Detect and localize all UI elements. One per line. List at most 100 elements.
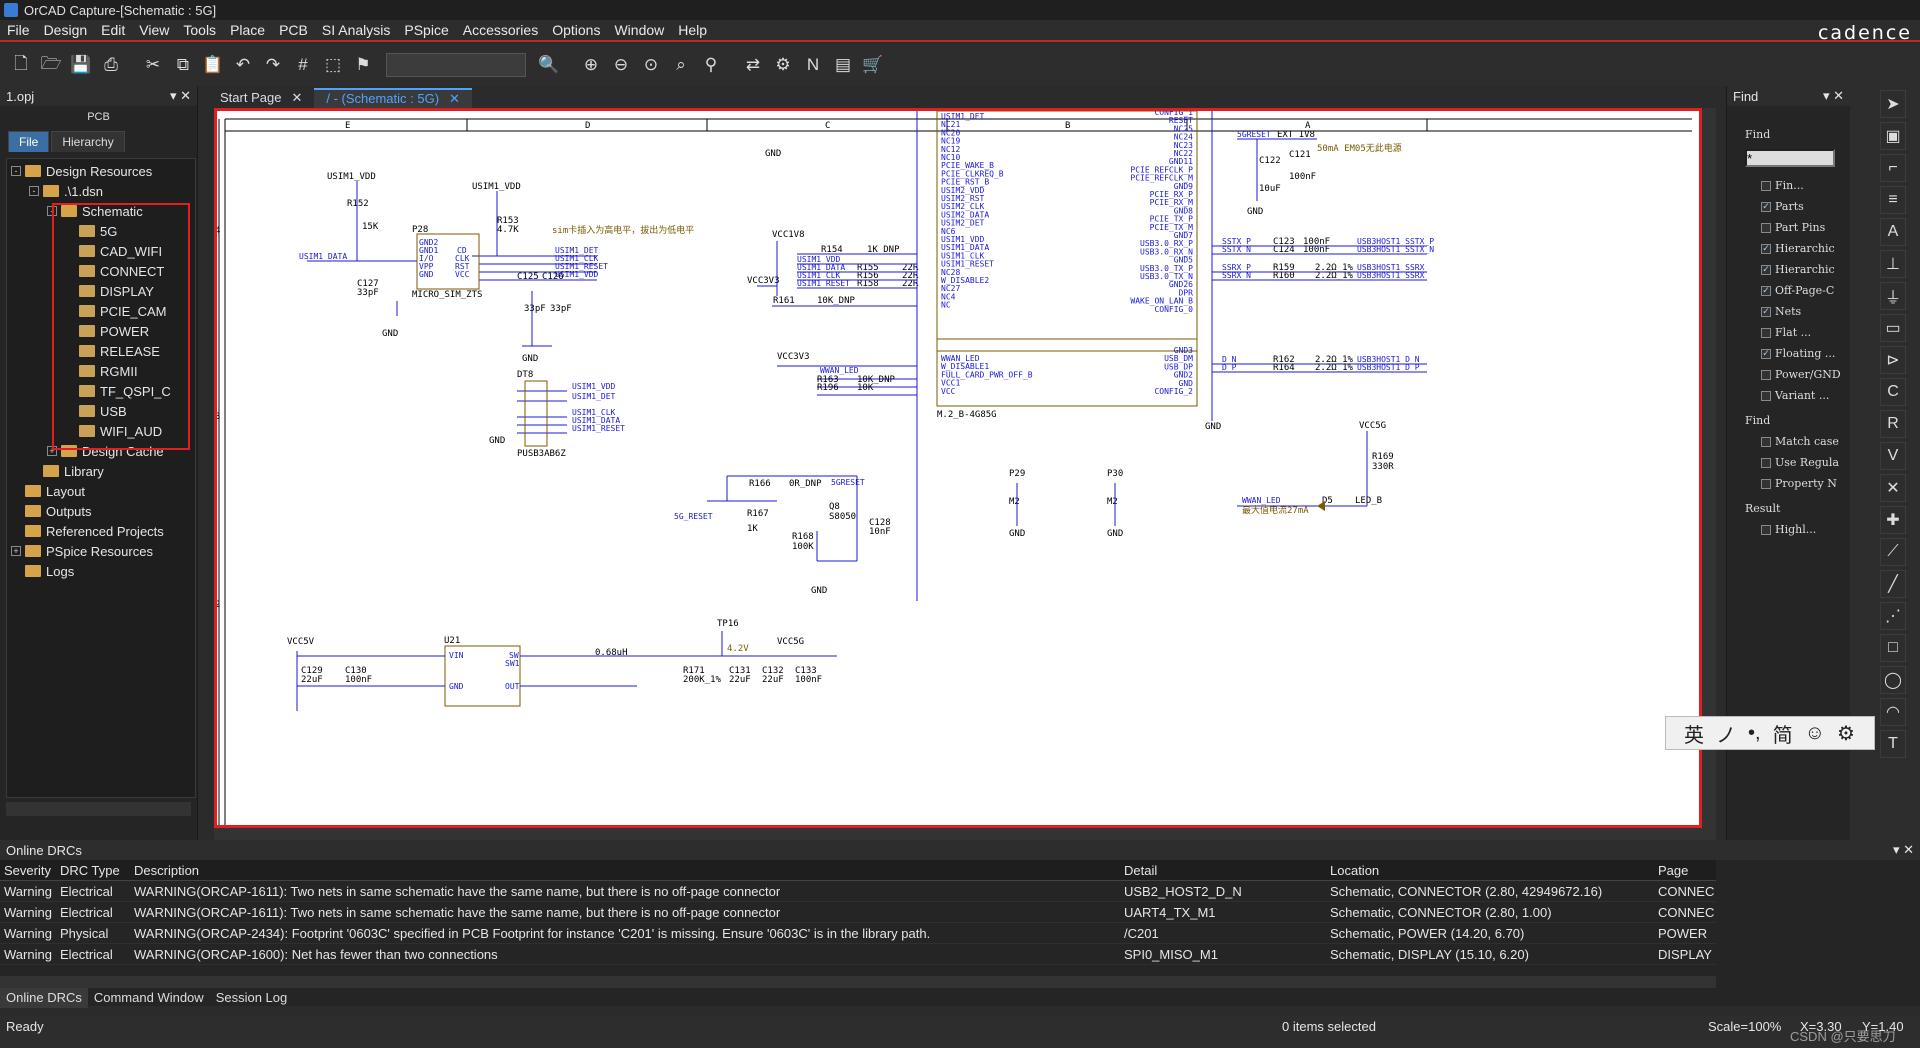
ellipse-icon[interactable]: ◯ (1880, 666, 1906, 694)
menu-pspice[interactable]: PSpice (397, 19, 455, 41)
cis-icon[interactable]: C (1880, 378, 1906, 406)
tab-session-log[interactable]: Session Log (210, 988, 294, 1008)
place-ground-icon[interactable]: ⏚ (1880, 282, 1906, 310)
place-wire-icon[interactable]: ⌐ (1880, 154, 1906, 182)
checkbox-icon[interactable]: ✓ (1761, 285, 1771, 296)
column-header[interactable]: Severity (0, 860, 56, 881)
bom-icon[interactable]: ▤ (830, 52, 856, 78)
checkbox-icon[interactable] (1761, 180, 1771, 191)
place-power-icon[interactable]: ⊥ (1880, 250, 1906, 278)
find-input[interactable] (1745, 149, 1835, 167)
close-icon[interactable]: ✕ (449, 89, 460, 109)
expander-icon[interactable] (11, 566, 21, 576)
checkbox-icon[interactable] (1761, 478, 1771, 489)
tree-item[interactable]: Referenced Projects (7, 521, 195, 541)
tree-item[interactable]: - .\1.dsn (7, 181, 195, 201)
tab-start-page[interactable]: Start Page ✕ (208, 88, 314, 108)
find-option[interactable]: ✓ Hierarchic (1727, 238, 1850, 259)
cart-icon[interactable]: 🛒 (860, 52, 886, 78)
tree-item[interactable]: - Design Resources (7, 161, 195, 181)
column-header[interactable]: Description (130, 860, 1120, 881)
place-hier-block-icon[interactable]: ▭ (1880, 314, 1906, 342)
zoom-in-icon[interactable]: ⊕ (578, 52, 604, 78)
annotate-icon[interactable]: ⇄ (740, 52, 766, 78)
column-header[interactable]: Location (1326, 860, 1654, 881)
tree-horizontal-scrollbar[interactable] (6, 802, 191, 816)
find-option[interactable]: Fin... (1727, 175, 1850, 196)
no-connect-icon[interactable]: ✕ (1880, 474, 1906, 502)
tree-item[interactable]: Logs (7, 561, 195, 581)
checkbox-icon[interactable]: ✓ (1761, 264, 1771, 275)
menu-accessories[interactable]: Accessories (456, 19, 545, 41)
menu-design[interactable]: Design (37, 19, 95, 41)
ime-item[interactable]: ☺ (1805, 722, 1825, 745)
checkbox-icon[interactable] (1761, 369, 1771, 380)
netlist-icon[interactable]: N (800, 52, 826, 78)
select-pointer-icon[interactable]: ➤ (1880, 90, 1906, 118)
table-row[interactable]: Warning Electrical WARNING(ORCAP-1611): Tw… (0, 881, 1716, 902)
ime-item[interactable]: •, (1748, 722, 1761, 745)
ime-item[interactable]: 简 (1773, 719, 1793, 748)
table-row[interactable]: Warning Physical WARNING(ORCAP-2434): Foot… (0, 923, 1716, 944)
place-net-alias-icon[interactable]: A (1880, 218, 1906, 246)
menu-pcb[interactable]: PCB (272, 19, 315, 41)
checkbox-icon[interactable] (1761, 390, 1771, 401)
menu-tools[interactable]: Tools (176, 19, 223, 41)
line-icon[interactable]: ╱ (1880, 570, 1906, 598)
place-part-icon[interactable]: ▣ (1880, 122, 1906, 150)
find-option[interactable]: Highl... (1727, 519, 1850, 540)
find-option[interactable]: ✓ Nets (1727, 301, 1850, 322)
find-option[interactable]: Property N (1727, 473, 1850, 494)
checkbox-icon[interactable]: ✓ (1761, 201, 1771, 212)
grid-icon[interactable]: # (290, 52, 316, 78)
tab-file[interactable]: File (8, 131, 50, 152)
open-folder-icon[interactable]: 🗁 (38, 52, 64, 78)
rectangle-icon[interactable]: □ (1880, 634, 1906, 662)
polyline-icon[interactable]: ⋰ (1880, 602, 1906, 630)
place-off-page-icon[interactable]: ⊳ (1880, 346, 1906, 374)
find-option[interactable]: Variant ... (1727, 385, 1850, 406)
expander-icon[interactable]: - (29, 186, 39, 196)
menu-window[interactable]: Window (607, 19, 671, 41)
expander-icon[interactable] (11, 506, 21, 516)
paste-icon[interactable]: 📋 (200, 52, 226, 78)
menu-view[interactable]: View (132, 19, 176, 41)
find-option[interactable]: ✓ Floating ... (1727, 343, 1850, 364)
cut-icon[interactable]: ✂ (140, 52, 166, 78)
zoom-all-icon[interactable]: ⚲ (698, 52, 724, 78)
ime-item[interactable]: 英 (1684, 719, 1704, 748)
snap-icon[interactable]: ⚑ (350, 52, 376, 78)
column-header[interactable]: Detail (1120, 860, 1326, 881)
cr-icon[interactable]: R (1880, 410, 1906, 438)
tab-schematic-5g[interactable]: / - (Schematic : 5G) ✕ (314, 88, 472, 108)
zoom-out-icon[interactable]: ⊖ (608, 52, 634, 78)
expander-icon[interactable]: - (11, 166, 21, 176)
column-header[interactable]: Page (1654, 860, 1716, 881)
expander-icon[interactable]: + (11, 546, 21, 556)
menu-options[interactable]: Options (545, 19, 607, 41)
expander-icon[interactable] (11, 486, 21, 496)
menu-place[interactable]: Place (223, 19, 272, 41)
column-header[interactable]: DRC Type (56, 860, 130, 881)
menu-file[interactable]: File (0, 19, 37, 41)
find-option[interactable]: Power/GND (1727, 364, 1850, 385)
checkbox-icon[interactable]: ✓ (1761, 348, 1771, 359)
arc-icon[interactable]: ◠ (1880, 698, 1906, 726)
expander-icon[interactable] (11, 526, 21, 536)
menu-edit[interactable]: Edit (94, 19, 132, 41)
undo-icon[interactable]: ↶ (230, 52, 256, 78)
zoom-fit-icon[interactable]: ⊙ (638, 52, 664, 78)
find-option[interactable]: Use Regula (1727, 452, 1850, 473)
find-option[interactable]: ✓ Hierarchic (1727, 259, 1850, 280)
search-icon[interactable]: 🔍 (536, 52, 562, 78)
tab-hierarchy[interactable]: Hierarchy (51, 131, 125, 152)
tree-item[interactable]: Outputs (7, 501, 195, 521)
ime-item[interactable]: ノ (1716, 719, 1736, 748)
zoom-select[interactable] (386, 53, 526, 77)
checkbox-icon[interactable] (1761, 436, 1771, 447)
text-icon[interactable]: T (1880, 730, 1906, 758)
checkbox-icon[interactable] (1761, 457, 1771, 468)
canvas-horizontal-scrollbar[interactable] (214, 828, 1716, 840)
ime-item[interactable]: ⚙ (1837, 721, 1855, 746)
find-option[interactable]: ✓ Off-Page-C (1727, 280, 1850, 301)
